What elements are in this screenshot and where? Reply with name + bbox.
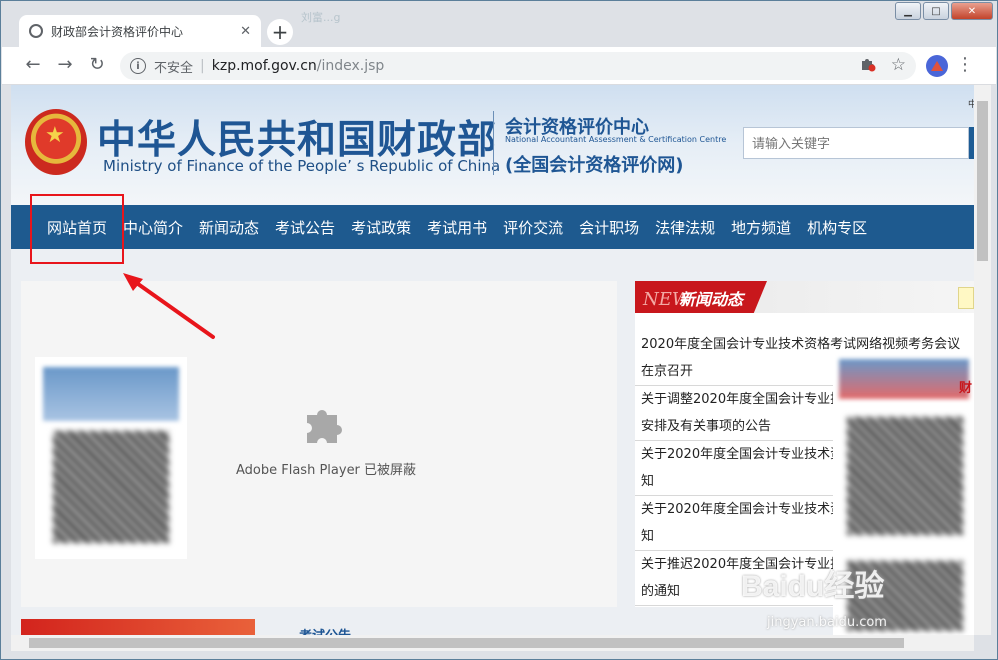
main-nav: 网站首页 中心简介 新闻动态 考试公告 考试政策 考试用书 评价交流 会计职场 … — [11, 205, 974, 249]
star-icon[interactable]: ☆ — [891, 55, 906, 75]
nav-item-career[interactable]: 会计职场 — [571, 205, 647, 249]
nav-item-about[interactable]: 中心简介 — [115, 205, 191, 249]
background-tab-text: 刘富...g — [301, 11, 341, 24]
annotation-highlight-box — [30, 194, 124, 264]
nav-item-local[interactable]: 地方频道 — [723, 205, 799, 249]
back-arrow-icon[interactable]: ← — [22, 55, 44, 75]
security-label: 不安全 — [154, 60, 194, 76]
nav-item-exam-books[interactable]: 考试用书 — [419, 205, 495, 249]
horizontal-scroll-thumb[interactable] — [29, 638, 904, 648]
url-separator: | — [200, 58, 205, 74]
window-controls: ▁ □ ✕ — [895, 2, 993, 20]
ministry-en-title: Ministry of Finance of the People’ s Rep… — [103, 157, 501, 175]
nav-item-institutions[interactable]: 机构专区 — [799, 205, 875, 249]
flash-blocked-message: Adobe Flash Player 已被屏蔽 — [236, 463, 417, 478]
baidu-watermark-url: jingyan.baidu.com — [767, 615, 887, 630]
exam-section-label[interactable]: 考试公告 — [299, 625, 351, 635]
browser-tab-active[interactable]: 财政部会计资格评价中心 ✕ — [19, 15, 261, 47]
browser-toolbar: ← → ↻ i 不安全 | kzp.mof.gov.cn/index.jsp ☆… — [2, 47, 996, 85]
extension-icon[interactable] — [860, 56, 876, 72]
center-en-name: National Accountant Assessment & Certifi… — [505, 135, 727, 144]
reload-icon[interactable]: ↻ — [86, 55, 108, 75]
qr-code-image — [847, 417, 963, 535]
nav-item-laws[interactable]: 法律法规 — [647, 205, 723, 249]
tab-title: 财政部会计资格评价中心 — [51, 24, 184, 39]
national-emblem-icon — [25, 109, 87, 175]
close-window-button[interactable]: ✕ — [951, 2, 993, 20]
baidu-watermark: Baidu经验 — [741, 570, 885, 603]
browser-window: ▁ □ ✕ 财政部会计资格评价中心 ✕ + 刘富...g ← → ↻ i 不安全… — [0, 0, 998, 660]
header-divider — [493, 111, 494, 175]
nav-item-exchange[interactable]: 评价交流 — [495, 205, 571, 249]
info-icon[interactable]: i — [130, 58, 146, 74]
qr-right-label: 财 — [958, 381, 972, 396]
tab-close-icon[interactable]: ✕ — [240, 24, 251, 39]
qr-right-banner — [839, 359, 969, 399]
qr-code-left — [35, 357, 187, 559]
bottom-banner-image[interactable] — [21, 619, 255, 635]
nav-item-news[interactable]: 新闻动态 — [191, 205, 267, 249]
new-tab-button[interactable]: + — [267, 19, 293, 45]
forward-arrow-icon[interactable]: → — [54, 55, 76, 75]
center-net-name: (全国会计资格评价网) — [505, 155, 684, 176]
news-badge[interactable]: NEW 新闻动态 — [635, 281, 767, 313]
profile-icon[interactable] — [926, 55, 948, 77]
search-input[interactable] — [743, 127, 969, 159]
kebab-menu-icon[interactable]: ⋮ — [956, 54, 974, 75]
globe-icon — [29, 24, 43, 38]
nav-item-exam-notice[interactable]: 考试公告 — [267, 205, 343, 249]
site-header: 中华人民共和国财政部 Ministry of Finance of the Pe… — [11, 85, 974, 205]
minimize-button[interactable]: ▁ — [895, 2, 921, 20]
qr-left-banner — [43, 367, 179, 421]
news-header: NEW 新闻动态 — [635, 281, 974, 313]
news-heading: 新闻动态 — [679, 290, 744, 309]
news-more-tab[interactable] — [958, 287, 974, 309]
qr-code-image — [53, 431, 169, 543]
vertical-scroll-thumb[interactable] — [977, 101, 988, 261]
url-path: /index.jsp — [316, 58, 385, 74]
nav-item-exam-policy[interactable]: 考试政策 — [343, 205, 419, 249]
annotation-arrow-icon — [123, 273, 215, 339]
maximize-button[interactable]: □ — [923, 2, 949, 20]
url-host: kzp.mof.gov.cn — [211, 58, 317, 74]
page-viewport: 中华人民共和国财政部 Ministry of Finance of the Pe… — [11, 85, 974, 635]
puzzle-plugin-icon — [307, 410, 342, 443]
address-bar[interactable]: i 不安全 | kzp.mof.gov.cn/index.jsp — [120, 52, 916, 80]
